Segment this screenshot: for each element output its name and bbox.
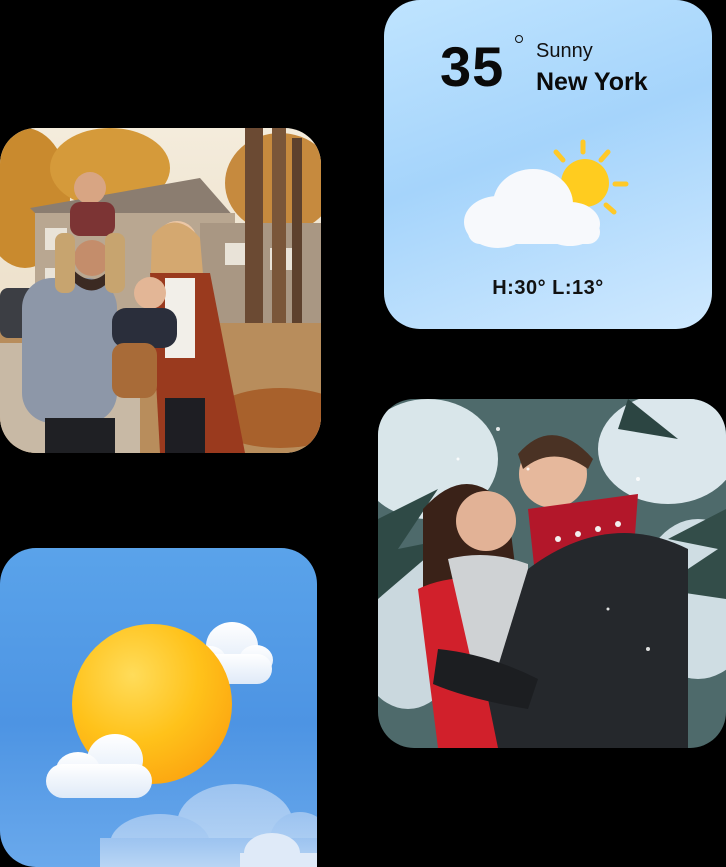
city-name: New York <box>536 68 648 96</box>
high-low-temperature: H:30° L:13° <box>492 277 604 299</box>
sun-weather-widget[interactable] <box>0 548 317 867</box>
couple-photo-widget[interactable] <box>378 399 726 748</box>
widget-canvas: 35 Sunny New York H:30° L:13° <box>0 0 726 867</box>
sun-with-clouds-icon <box>46 622 317 867</box>
temperature-value: 35 <box>440 35 505 98</box>
weather-condition: Sunny <box>536 40 593 62</box>
family-photo-widget[interactable] <box>0 128 321 453</box>
family-photo-image <box>0 128 321 453</box>
partly-sunny-icon <box>458 132 638 252</box>
degree-symbol <box>515 35 523 43</box>
couple-photo-image <box>378 399 726 748</box>
weather-widget[interactable]: 35 Sunny New York H:30° L:13° <box>384 0 712 329</box>
